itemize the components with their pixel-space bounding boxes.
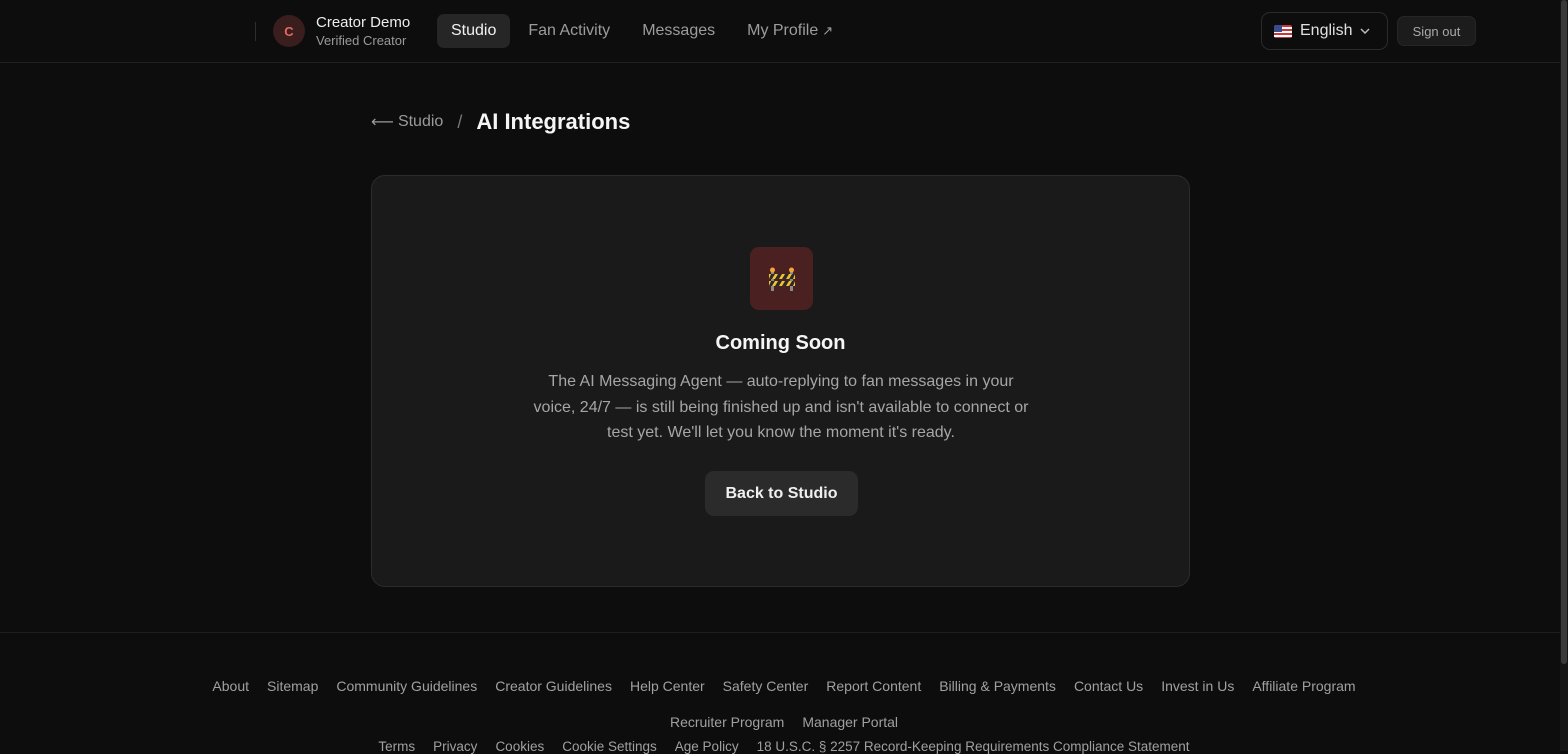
footer-links-legal: Terms Privacy Cookies Cookie Settings Ag… [4, 739, 1564, 754]
nav-my-profile-label: My Profile [747, 22, 819, 39]
footer-link-about[interactable]: About [212, 678, 249, 694]
breadcrumb-back-link[interactable]: ⟵ Studio [371, 112, 443, 132]
scrollbar-thumb[interactable] [1561, 0, 1567, 664]
coming-soon-card: Coming Soon The AI Messaging Agent — aut… [371, 175, 1190, 587]
footer-link-creator-guidelines[interactable]: Creator Guidelines [495, 678, 612, 694]
header-divider [255, 22, 256, 41]
coming-soon-description: The AI Messaging Agent — auto-replying t… [533, 373, 1029, 441]
footer-divider [0, 632, 1560, 633]
external-link-icon: ↗ [822, 23, 834, 38]
footer-link-2257-statement[interactable]: 18 U.S.C. § 2257 Record-Keeping Requirem… [757, 739, 1190, 754]
footer-link-billing-payments[interactable]: Billing & Payments [939, 678, 1056, 694]
main-nav: Studio Fan Activity Messages My Profile … [437, 14, 851, 48]
coming-soon-title: Coming Soon [715, 332, 846, 354]
creator-name: Creator Demo [316, 14, 411, 31]
breadcrumb-separator: / [457, 111, 463, 132]
top-navigation-bar: C Creator Demo Verified Creator Studio F… [0, 0, 1560, 63]
back-arrow-icon: ⟵ [371, 114, 394, 131]
footer-link-affiliate-program[interactable]: Affiliate Program [1252, 678, 1355, 694]
language-selector[interactable]: English [1261, 12, 1388, 50]
page-title: AI Integrations [476, 109, 631, 134]
creator-subtitle: Verified Creator [316, 33, 407, 48]
footer-link-report-content[interactable]: Report Content [826, 678, 921, 694]
footer-link-age-policy[interactable]: Age Policy [675, 739, 739, 754]
footer-links-secondary: Recruiter Program Manager Portal [4, 714, 1564, 730]
footer-link-privacy[interactable]: Privacy [433, 739, 477, 754]
back-to-studio-button[interactable]: Back to Studio [705, 471, 858, 516]
sign-out-button[interactable]: Sign out [1397, 16, 1476, 46]
construction-barrier-icon [750, 247, 813, 310]
language-label: English [1300, 22, 1353, 39]
footer-link-cookies[interactable]: Cookies [495, 739, 544, 754]
footer-links-primary: About Sitemap Community Guidelines Creat… [4, 678, 1564, 694]
footer-link-contact-us[interactable]: Contact Us [1074, 678, 1143, 694]
footer-link-manager-portal[interactable]: Manager Portal [802, 714, 898, 730]
footer-link-terms[interactable]: Terms [378, 739, 415, 754]
nav-messages[interactable]: Messages [628, 14, 729, 48]
footer-link-community-guidelines[interactable]: Community Guidelines [336, 678, 477, 694]
footer-link-sitemap[interactable]: Sitemap [267, 678, 318, 694]
nav-fan-activity[interactable]: Fan Activity [514, 14, 624, 48]
chevron-down-icon [1360, 26, 1371, 37]
breadcrumb: ⟵ Studio / AI Integrations [371, 109, 630, 135]
nav-my-profile[interactable]: My Profile ↗ [733, 14, 847, 48]
nav-studio[interactable]: Studio [437, 14, 511, 48]
footer-link-help-center[interactable]: Help Center [630, 678, 705, 694]
us-flag-icon [1274, 24, 1292, 38]
footer-link-invest-in-us[interactable]: Invest in Us [1161, 678, 1234, 694]
footer-link-safety-center[interactable]: Safety Center [723, 678, 809, 694]
avatar[interactable]: C [273, 15, 305, 47]
breadcrumb-back-label: Studio [397, 113, 444, 130]
footer-link-cookie-settings[interactable]: Cookie Settings [562, 739, 657, 754]
footer-link-recruiter-program[interactable]: Recruiter Program [670, 714, 784, 730]
